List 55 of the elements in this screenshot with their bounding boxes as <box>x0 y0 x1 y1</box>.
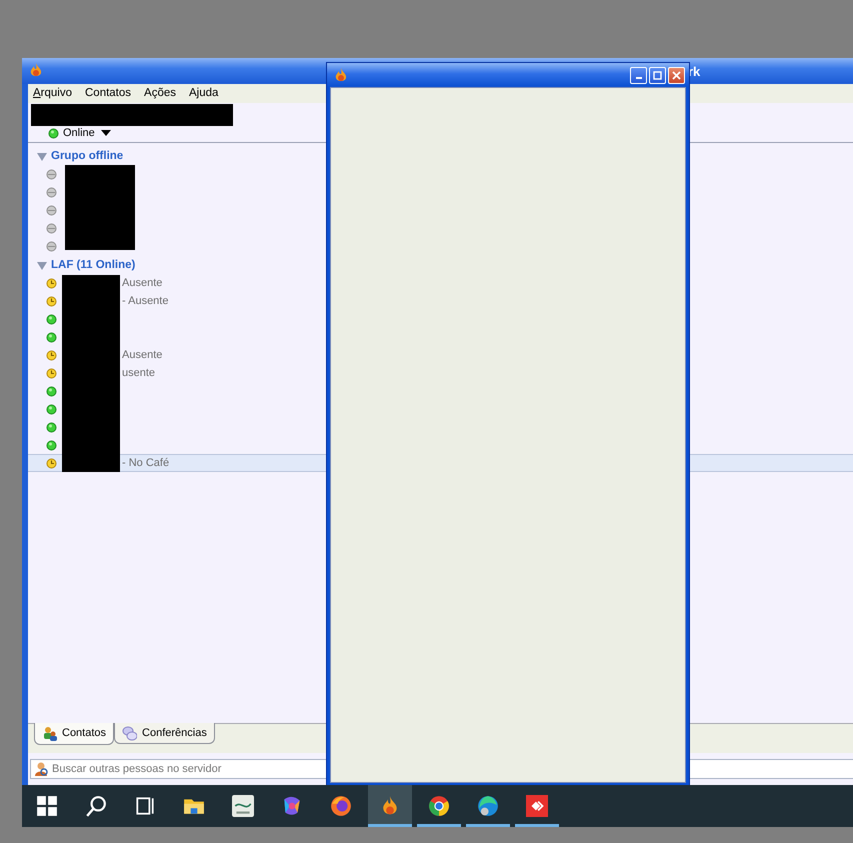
minimize-button[interactable] <box>630 66 647 84</box>
tab[interactable]: Conferências <box>114 723 215 744</box>
contact-row[interactable]: Ausente <box>28 346 853 364</box>
online-status-icon <box>46 314 57 324</box>
contact-row[interactable]: - Ausente <box>28 292 853 310</box>
maximize-button[interactable] <box>649 66 666 84</box>
minimize-icon <box>636 77 642 79</box>
search-icon <box>85 795 107 817</box>
close-button[interactable] <box>668 66 685 84</box>
away-clock-icon <box>46 278 57 288</box>
person-search-icon <box>34 761 49 777</box>
speech-bubbles-icon <box>122 726 138 740</box>
wave-browser-icon <box>477 795 499 817</box>
caret-icon <box>100 130 111 136</box>
offline-status-icon <box>46 222 57 234</box>
ring-browser-icon <box>428 795 450 817</box>
menu-item[interactable]: Contatos <box>85 84 138 102</box>
away-clock-icon <box>46 368 57 378</box>
offline-status-icon <box>46 168 57 180</box>
windows-logo-icon <box>36 795 58 817</box>
task-view-icon <box>134 795 156 817</box>
contact-row[interactable]: Ausente <box>28 274 853 292</box>
expanded-triangle-icon[interactable] <box>37 153 47 161</box>
expanded-triangle-icon[interactable] <box>37 262 47 270</box>
contact-status: - Ausente <box>122 294 168 309</box>
online-status-icon <box>48 128 59 139</box>
contact-status: Ausente <box>122 348 162 363</box>
tab[interactable]: Contatos <box>34 723 114 745</box>
offline-status-icon <box>46 186 57 198</box>
offline-status-icon <box>46 204 57 216</box>
away-clock-icon <box>46 458 57 468</box>
contact-status: Ausente <box>122 276 162 291</box>
group-name[interactable]: Grupo offline <box>51 148 124 166</box>
menu-item[interactable]: Ajuda <box>189 84 224 102</box>
contact-status: usente <box>122 366 156 381</box>
online-status-icon <box>46 422 57 432</box>
status-dropdown[interactable]: Online <box>63 125 111 142</box>
fox-globe-icon <box>330 795 352 817</box>
app-tile-icon <box>232 795 254 817</box>
away-clock-icon <box>46 296 57 306</box>
online-status-icon <box>46 386 57 396</box>
offline-status-icon <box>46 240 57 252</box>
away-clock-icon <box>46 350 57 360</box>
online-status-icon <box>46 332 57 342</box>
diamond-app-icon <box>526 795 548 817</box>
contact-status: - No Café <box>122 456 170 471</box>
contact-row[interactable]: usente <box>28 364 853 382</box>
menu-item[interactable]: Ações <box>144 84 182 102</box>
menu-item[interactable]: Arquivo <box>33 84 78 102</box>
online-status-icon <box>46 404 57 414</box>
maximize-icon <box>653 70 662 80</box>
close-icon <box>672 70 681 80</box>
people-icon <box>42 726 57 741</box>
online-status-icon <box>46 440 57 450</box>
group-name[interactable]: LAF (11 Online) <box>51 257 136 275</box>
